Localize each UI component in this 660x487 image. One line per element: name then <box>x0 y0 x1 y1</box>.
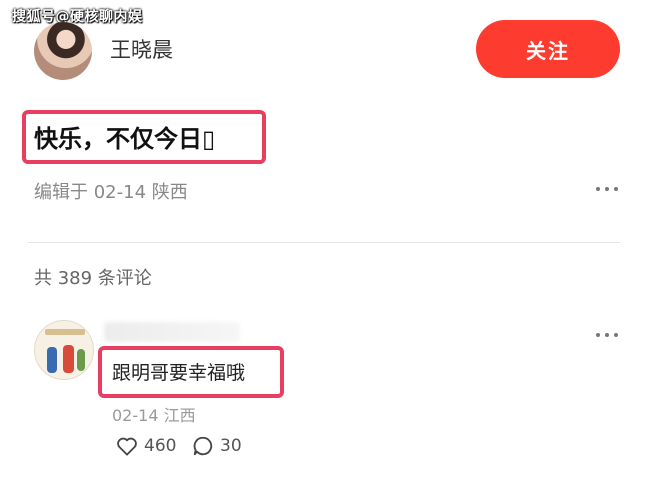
like-count: 460 <box>144 436 177 456</box>
author-avatar[interactable] <box>34 22 92 80</box>
commenter-name-blurred <box>104 322 240 342</box>
post-title: 快乐，不仅今日▯ <box>34 125 216 153</box>
comment-meta: 02-14 江西 <box>112 406 196 425</box>
follow-button[interactable]: 关注 <box>476 20 620 78</box>
reply-button[interactable]: 30 <box>192 434 242 458</box>
heart-outline-icon <box>117 437 137 456</box>
comment-more-icon[interactable] <box>596 330 618 340</box>
comment-bubble-icon <box>193 436 213 456</box>
comment-count: 共 389 条评论 <box>34 268 152 289</box>
author-name[interactable]: 王晓晨 <box>110 34 173 64</box>
post-more-icon[interactable] <box>596 184 618 194</box>
reply-count: 30 <box>220 436 242 456</box>
divider <box>28 242 620 243</box>
comment-text: 跟明哥要幸福哦 <box>112 362 246 384</box>
post-meta: 编辑于 02-14 陕西 <box>34 182 188 203</box>
commenter-avatar[interactable] <box>34 320 94 380</box>
watermark: 搜狐号@硬核聊内娱 <box>12 9 143 25</box>
like-button[interactable]: 460 <box>116 434 176 458</box>
